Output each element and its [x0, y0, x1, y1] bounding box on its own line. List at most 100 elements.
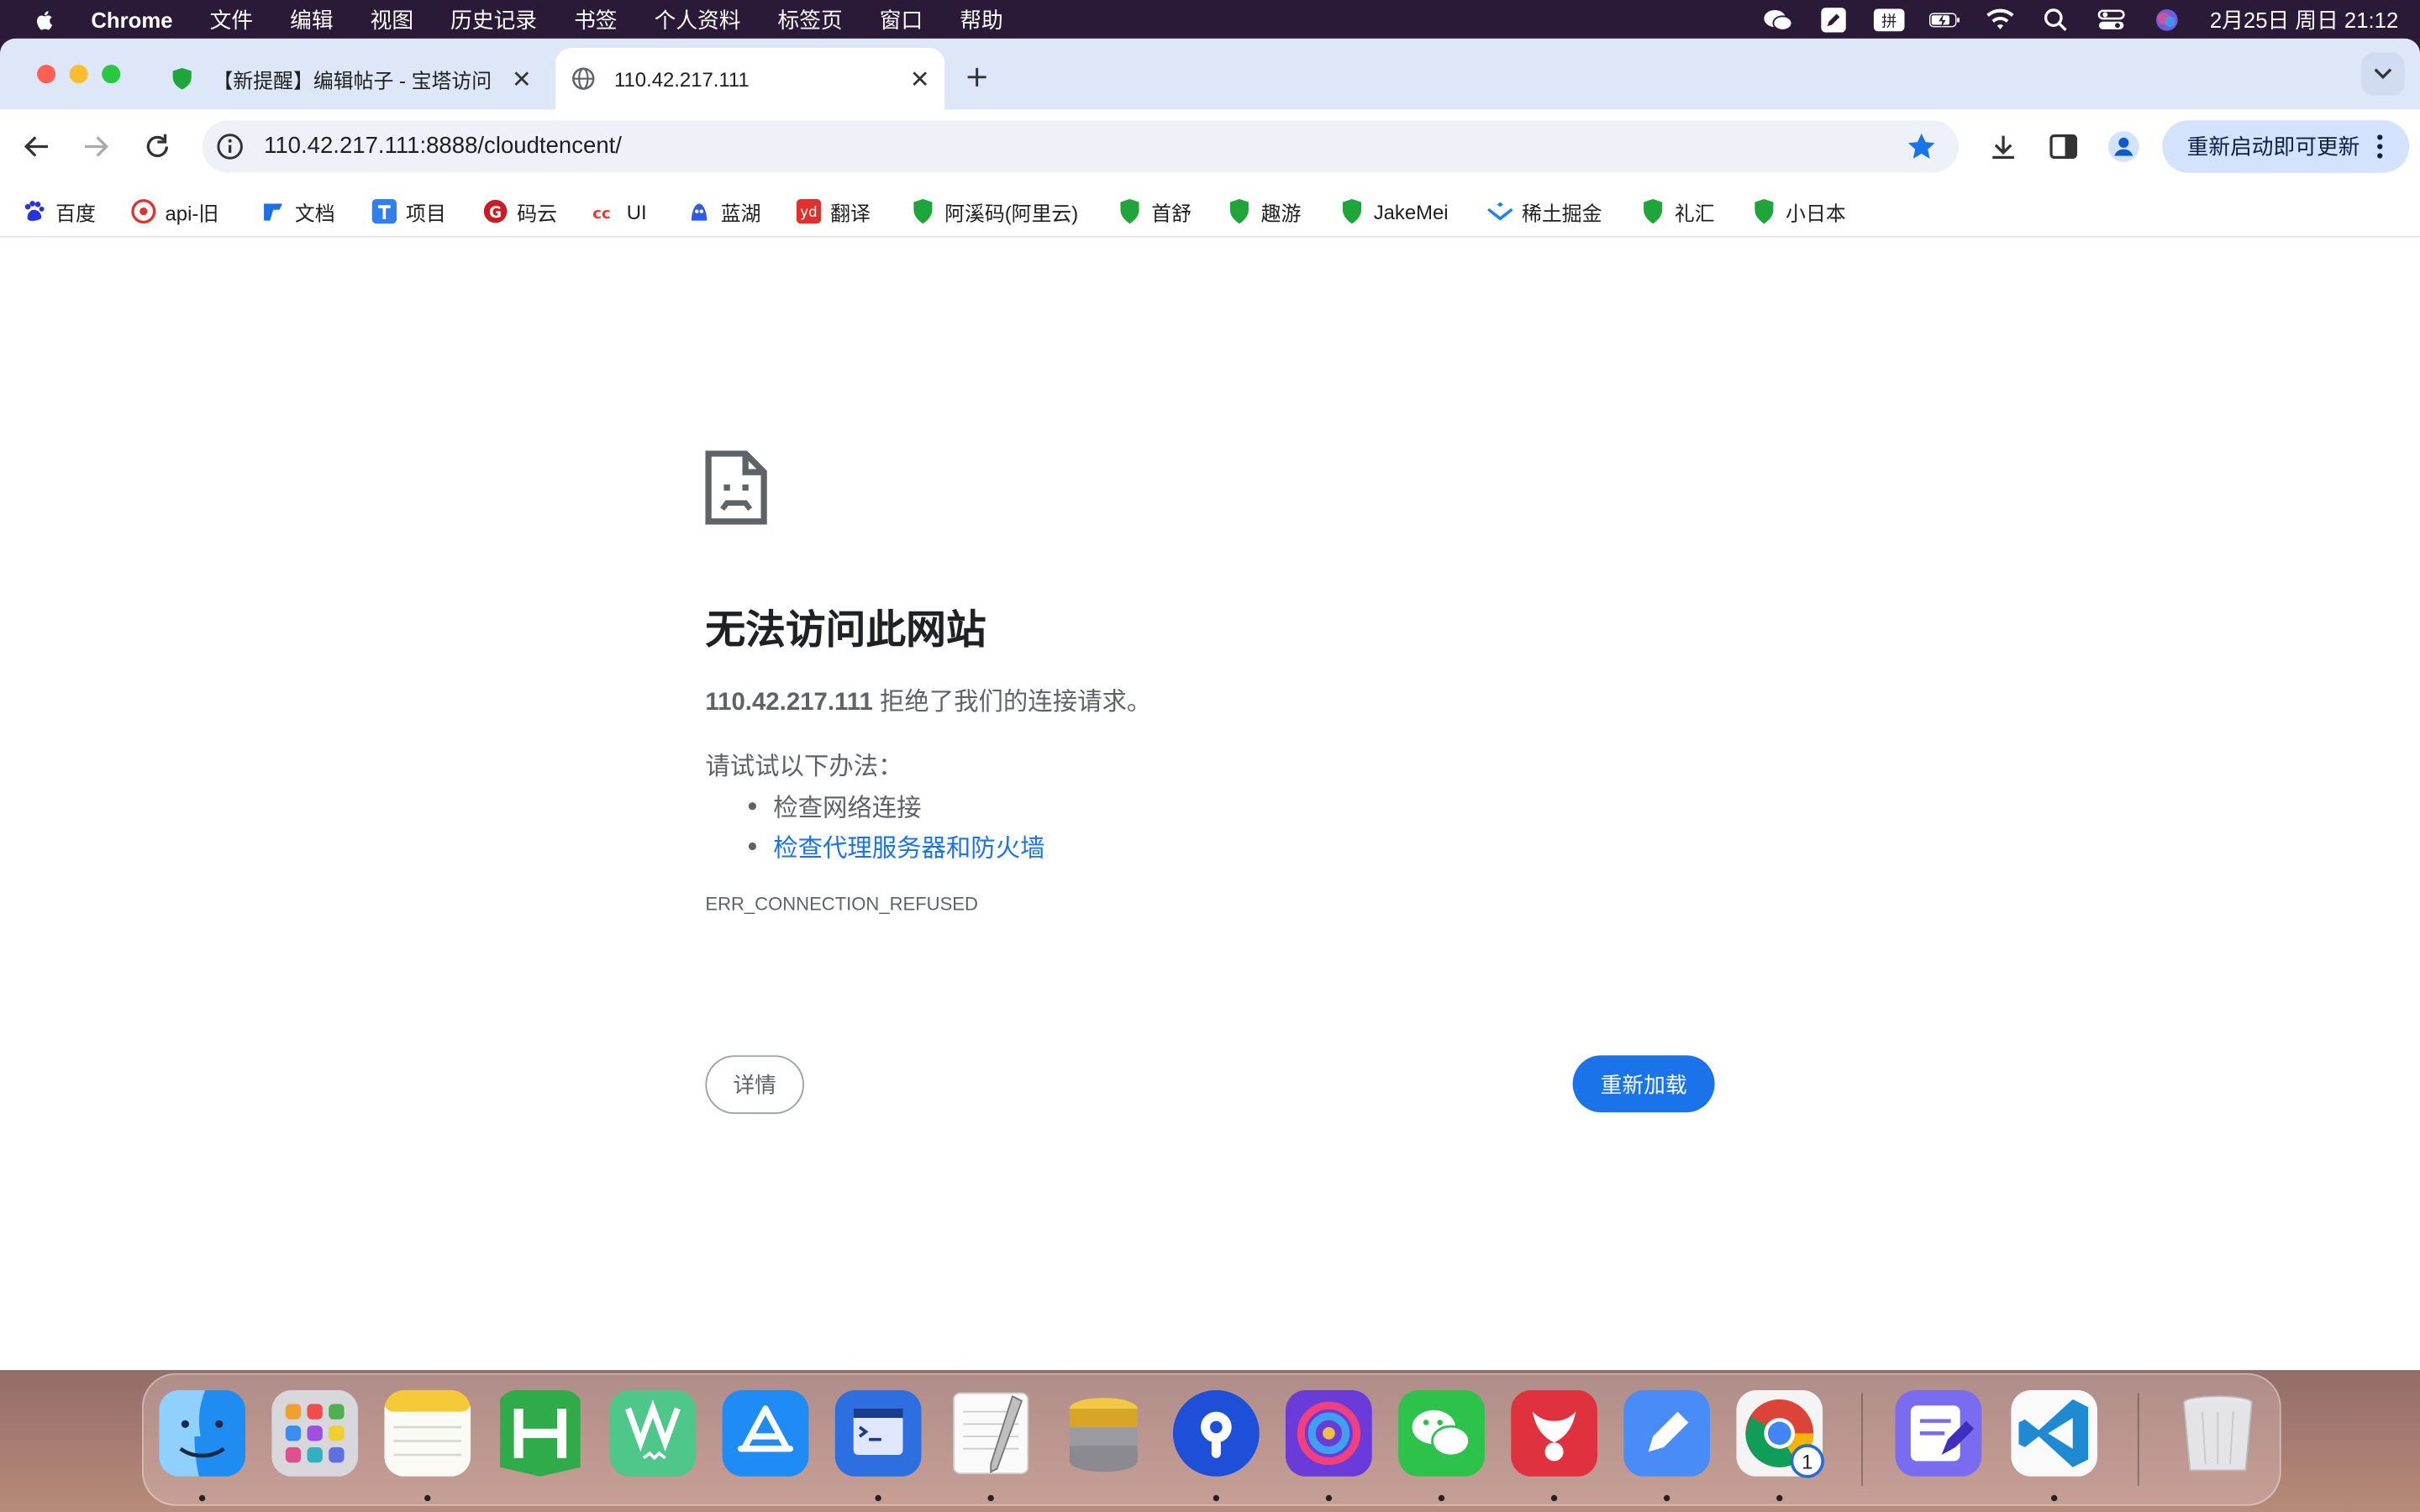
bookmark-gitee[interactable]: G 码云 — [483, 197, 557, 225]
database-app-icon[interactable] — [1060, 1390, 1147, 1477]
red-bird-app-icon[interactable] — [1511, 1389, 1598, 1477]
bookmark-lanhu[interactable]: 蓝湖 — [687, 197, 761, 225]
bookmark-docs[interactable]: 文档 — [260, 197, 335, 225]
relaunch-to-update-button[interactable]: 重新启动即可更新 — [2162, 120, 2410, 173]
terminal-window-app-icon[interactable] — [834, 1389, 922, 1477]
bookmark-api-old[interactable]: api-旧 — [131, 197, 218, 225]
tab-close-icon[interactable] — [509, 66, 534, 91]
window-minimize-button[interactable] — [69, 65, 88, 84]
menu-file[interactable]: 文件 — [210, 4, 253, 35]
tab-search-chevron-down-icon[interactable] — [2361, 52, 2405, 96]
launchpad-app-icon[interactable] — [271, 1389, 359, 1477]
profile-avatar-icon[interactable] — [2105, 128, 2142, 165]
bookmarks-bar: 百度 api-旧 文档 项目 G 码云 cc UI 蓝湖 yd 翻译 阿溪码(阿… — [0, 183, 2420, 238]
gitee-logo-icon: G — [483, 199, 508, 223]
more-vert-icon[interactable] — [2372, 131, 2387, 162]
bookmark-ui[interactable]: cc UI — [592, 197, 646, 225]
bookmark-label: 蓝湖 — [720, 201, 761, 225]
trash-icon[interactable] — [2175, 1390, 2261, 1477]
tab-title: 110.42.217.111 — [614, 66, 750, 91]
relaunch-label: 重新启动即可更新 — [2186, 134, 2360, 160]
wechat-app-icon[interactable] — [1398, 1389, 1485, 1477]
error-description-text: 拒绝了我们的连接请求。 — [872, 690, 1152, 717]
api-logo-icon — [131, 199, 156, 224]
purple-notes-app-icon[interactable] — [1895, 1389, 1982, 1477]
lanhu-logo-icon — [687, 199, 711, 223]
app-store-icon[interactable] — [722, 1389, 809, 1477]
reload-icon[interactable] — [139, 128, 176, 165]
shield-favicon-icon — [1339, 198, 1364, 224]
tab-active-site[interactable]: 110.42.217.111 — [555, 47, 945, 110]
bookmark-shoushu[interactable]: 首舒 — [1118, 197, 1192, 225]
menu-profiles[interactable]: 个人资料 — [655, 4, 741, 35]
suggestion-link-text[interactable]: 检查代理服务器和防火墙 — [773, 827, 1044, 864]
error-page: 无法访问此网站 110.42.217.111 拒绝了我们的连接请求。 请试试以下… — [0, 237, 2420, 1371]
dock-separator — [2137, 1393, 2139, 1486]
menu-bookmarks[interactable]: 书签 — [574, 4, 617, 35]
details-button[interactable]: 详情 — [705, 1055, 804, 1115]
ide-app-icon[interactable] — [609, 1389, 697, 1477]
bookmark-xiaoriben[interactable]: 小日本 — [1752, 197, 1846, 225]
apple-menu-icon[interactable] — [33, 7, 57, 31]
spotlight-search-icon[interactable] — [2040, 7, 2071, 31]
bookmark-juejin[interactable]: 稀土掘金 — [1487, 197, 1602, 225]
pen-editor-app-icon[interactable] — [1623, 1389, 1711, 1477]
wechat-status-icon[interactable] — [1762, 7, 1793, 31]
bookmark-lihui[interactable]: 礼汇 — [1640, 197, 1715, 225]
bookmark-label: JakeMei — [1373, 199, 1449, 223]
bookmark-baidu[interactable]: 百度 — [22, 197, 96, 225]
window-zoom-button[interactable] — [102, 65, 121, 84]
bookmark-projects[interactable]: 项目 — [371, 197, 446, 225]
menu-window[interactable]: 窗口 — [880, 4, 923, 35]
menu-view[interactable]: 视图 — [371, 4, 413, 35]
hbuilder-app-icon[interactable] — [497, 1389, 583, 1477]
bookmark-quyou[interactable]: 趣游 — [1227, 197, 1301, 225]
bookmark-star-icon[interactable] — [1906, 131, 1937, 162]
menu-history[interactable]: 历史记录 — [450, 4, 537, 35]
bookmark-label: 翻译 — [830, 201, 871, 225]
finder-app-icon[interactable] — [159, 1389, 246, 1477]
bookmark-translate[interactable]: yd 翻译 — [796, 197, 871, 225]
bookmark-label: 码云 — [517, 201, 558, 225]
input-method-icon[interactable]: 拼 — [1873, 7, 1905, 31]
forward-arrow-icon[interactable] — [77, 128, 114, 165]
address-bar[interactable]: 110.42.217.111:8888/cloudtencent/ — [202, 120, 1959, 173]
pen-status-icon[interactable] — [1818, 7, 1849, 32]
side-panel-icon[interactable] — [2045, 128, 2082, 165]
error-heading: 无法访问此网站 — [705, 606, 986, 653]
window-close-button[interactable] — [37, 65, 56, 84]
tab-edit-post[interactable]: 【新提醒】编辑帖子 - 宝塔访问 — [155, 48, 547, 109]
menu-app-name[interactable]: Chrome — [91, 7, 172, 31]
control-center-icon[interactable] — [2096, 7, 2127, 31]
menu-edit[interactable]: 编辑 — [290, 4, 333, 35]
dock: 1 — [141, 1373, 2281, 1506]
error-description: 110.42.217.111 拒绝了我们的连接请求。 — [705, 680, 1151, 717]
sad-file-icon — [705, 450, 767, 525]
svg-text:cc: cc — [592, 205, 610, 221]
battery-icon[interactable] — [1928, 7, 1960, 31]
new-tab-plus-icon[interactable] — [961, 61, 992, 92]
running-indicator — [198, 1494, 206, 1502]
location-pin-app-icon[interactable] — [1172, 1389, 1260, 1477]
tab-title: 【新提醒】编辑帖子 - 宝塔访问 — [213, 68, 492, 92]
bookmark-axima-aliyun[interactable]: 阿溪码(阿里云) — [911, 197, 1078, 225]
swirl-app-icon[interactable] — [1286, 1389, 1372, 1477]
reload-button[interactable]: 重新加载 — [1572, 1055, 1715, 1113]
wifi-icon[interactable] — [1985, 7, 2016, 31]
menu-tab[interactable]: 标签页 — [778, 4, 843, 35]
bookmark-label: 百度 — [55, 201, 96, 225]
menu-help[interactable]: 帮助 — [960, 4, 1002, 35]
back-arrow-icon[interactable] — [18, 128, 55, 165]
textedit-app-icon[interactable] — [948, 1390, 1034, 1477]
siri-icon[interactable] — [2151, 7, 2182, 31]
bookmark-jakemei[interactable]: JakeMei — [1339, 197, 1449, 225]
site-info-icon[interactable] — [214, 131, 245, 162]
vscode-app-icon[interactable] — [2011, 1389, 2098, 1477]
notes-app-icon[interactable] — [384, 1389, 471, 1477]
menu-clock[interactable]: 2月25日 周日 21:12 — [2210, 4, 2398, 35]
tab-close-icon[interactable] — [908, 66, 932, 91]
svg-text:拼: 拼 — [1881, 12, 1897, 29]
url-text[interactable]: 110.42.217.111:8888/cloudtencent/ — [264, 133, 622, 159]
download-icon[interactable] — [1985, 128, 2022, 165]
suggestion-check-proxy-link[interactable]: 检查代理服务器和防火墙 — [748, 827, 1044, 864]
